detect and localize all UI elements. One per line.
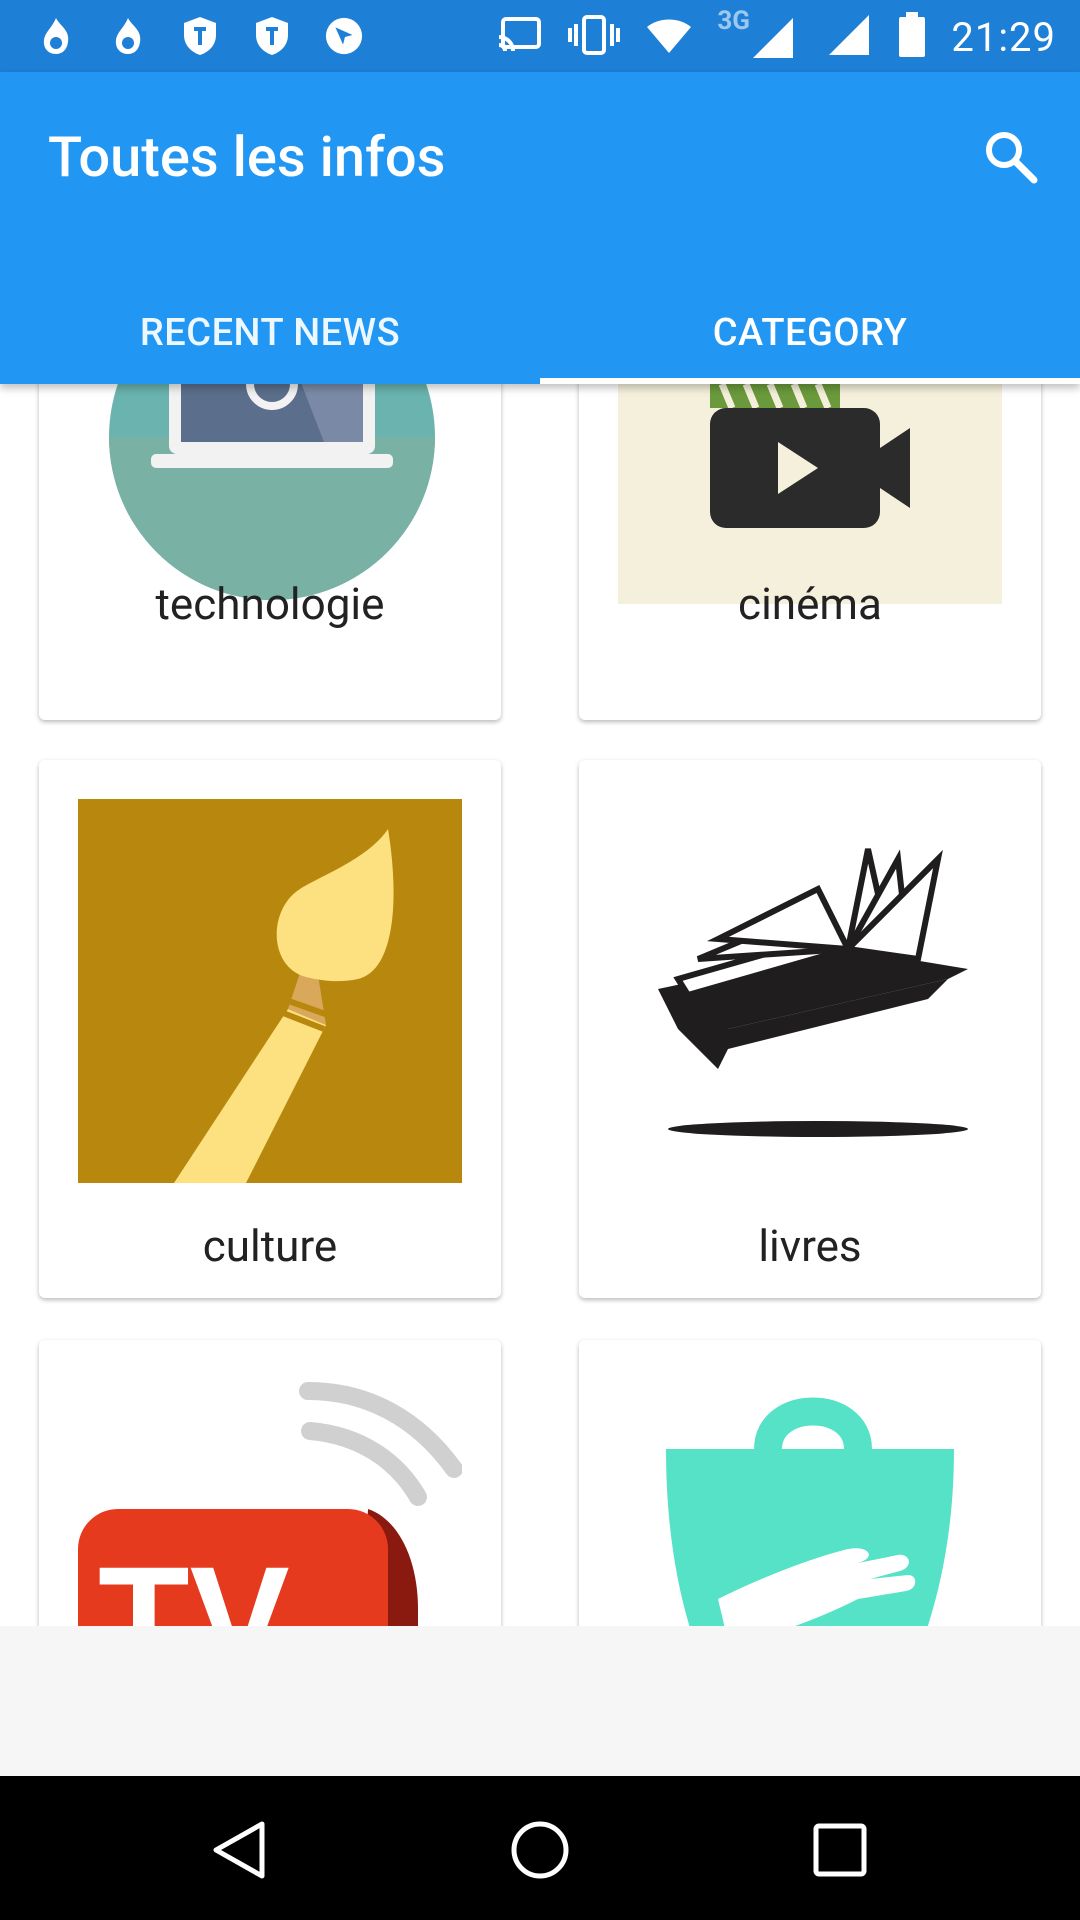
network-type-label: 3G (717, 6, 751, 36)
laptop-icon (109, 384, 435, 600)
category-card-cinema[interactable]: cinéma (579, 384, 1041, 720)
wifi-icon (645, 15, 693, 59)
home-icon[interactable] (508, 1818, 572, 1882)
tab-category[interactable]: CATEGORY (540, 282, 1080, 384)
category-card-tv[interactable]: TV (39, 1340, 501, 1626)
flame-icon (36, 14, 76, 58)
back-icon[interactable] (208, 1818, 272, 1882)
bottom-empty-area (0, 1626, 1080, 1776)
shield-icon (180, 14, 220, 58)
tab-indicator (540, 378, 1080, 384)
category-card-culture[interactable]: culture (39, 760, 501, 1298)
tab-bar: RECENT NEWS CATEGORY (0, 282, 1080, 384)
search-icon[interactable] (980, 126, 1040, 186)
cast-icon (495, 15, 543, 59)
category-grid: technologie cinéma culture livres TV (0, 384, 1080, 1626)
category-card-livres[interactable]: livres (579, 760, 1041, 1298)
paintbrush-icon (78, 799, 462, 1183)
status-time: 21:29 (951, 13, 1056, 61)
svg-text:TV: TV (98, 1535, 290, 1626)
film-camera-icon (618, 384, 1002, 604)
tv-broadcast-icon: TV (78, 1379, 463, 1626)
navigation-bar (0, 1776, 1080, 1920)
status-bar: 3G 21:29 (0, 0, 1080, 72)
category-card-shopping[interactable] (579, 1340, 1041, 1626)
signal-3g: 3G (717, 6, 801, 60)
recents-icon[interactable] (808, 1818, 872, 1882)
book-icon (618, 799, 1002, 1183)
tab-recent-news[interactable]: RECENT NEWS (0, 282, 540, 384)
signal-icon (825, 13, 873, 61)
vibrate-icon (567, 14, 621, 60)
signal-icon (753, 18, 794, 58)
app-title: Toutes les infos (48, 124, 446, 190)
battery-icon (897, 12, 927, 62)
location-arrow-icon (324, 14, 364, 58)
category-label: technologie (155, 578, 385, 630)
flame-icon (108, 14, 148, 58)
category-label: culture (202, 1220, 338, 1272)
category-label: livres (758, 1220, 862, 1272)
shopping-bag-icon (618, 1379, 1002, 1626)
app-bar: Toutes les infos RECENT NEWS CATEGORY (0, 72, 1080, 384)
shield-icon (252, 14, 292, 58)
category-card-technologie[interactable]: technologie (39, 384, 501, 720)
category-label: cinéma (738, 578, 882, 630)
